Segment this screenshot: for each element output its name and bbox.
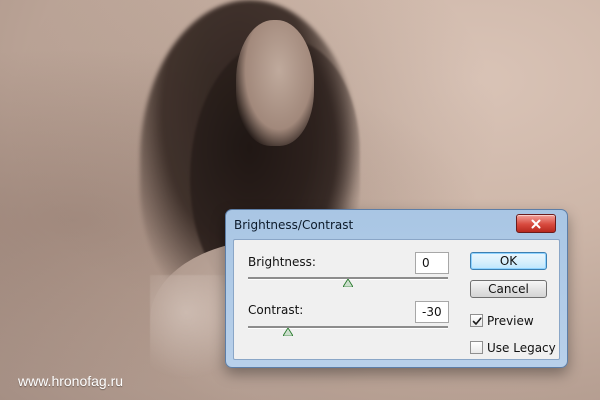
ok-button[interactable]: OK bbox=[470, 252, 547, 270]
contrast-value-field[interactable]: -30 bbox=[415, 301, 449, 323]
brightness-label: Brightness: bbox=[248, 255, 316, 269]
brightness-contrast-dialog: Brightness/Contrast Brightness: 0 Contra… bbox=[225, 209, 568, 368]
triangle-up-icon bbox=[283, 328, 293, 336]
dialog-titlebar[interactable]: Brightness/Contrast bbox=[226, 210, 567, 238]
dialog-title: Brightness/Contrast bbox=[234, 218, 354, 232]
face-shape bbox=[236, 20, 314, 146]
dialog-client-area: Brightness: 0 Contrast: -30 OK Cancel Pr… bbox=[233, 239, 560, 360]
brightness-value-field[interactable]: 0 bbox=[415, 252, 449, 274]
brightness-slider-thumb[interactable] bbox=[343, 279, 353, 287]
use-legacy-label[interactable]: Use Legacy bbox=[487, 341, 556, 355]
preview-checkbox[interactable] bbox=[470, 314, 483, 327]
contrast-slider-thumb[interactable] bbox=[283, 328, 293, 336]
close-button[interactable] bbox=[516, 214, 556, 233]
contrast-slider-track[interactable] bbox=[248, 326, 448, 329]
triangle-up-icon bbox=[343, 279, 353, 287]
checkmark-icon bbox=[472, 316, 482, 326]
cancel-button[interactable]: Cancel bbox=[470, 280, 547, 298]
preview-label[interactable]: Preview bbox=[487, 314, 534, 328]
close-icon bbox=[531, 219, 541, 229]
contrast-label: Contrast: bbox=[248, 303, 304, 317]
watermark-text: www.hronofag.ru bbox=[18, 373, 124, 389]
use-legacy-checkbox[interactable] bbox=[470, 341, 483, 354]
